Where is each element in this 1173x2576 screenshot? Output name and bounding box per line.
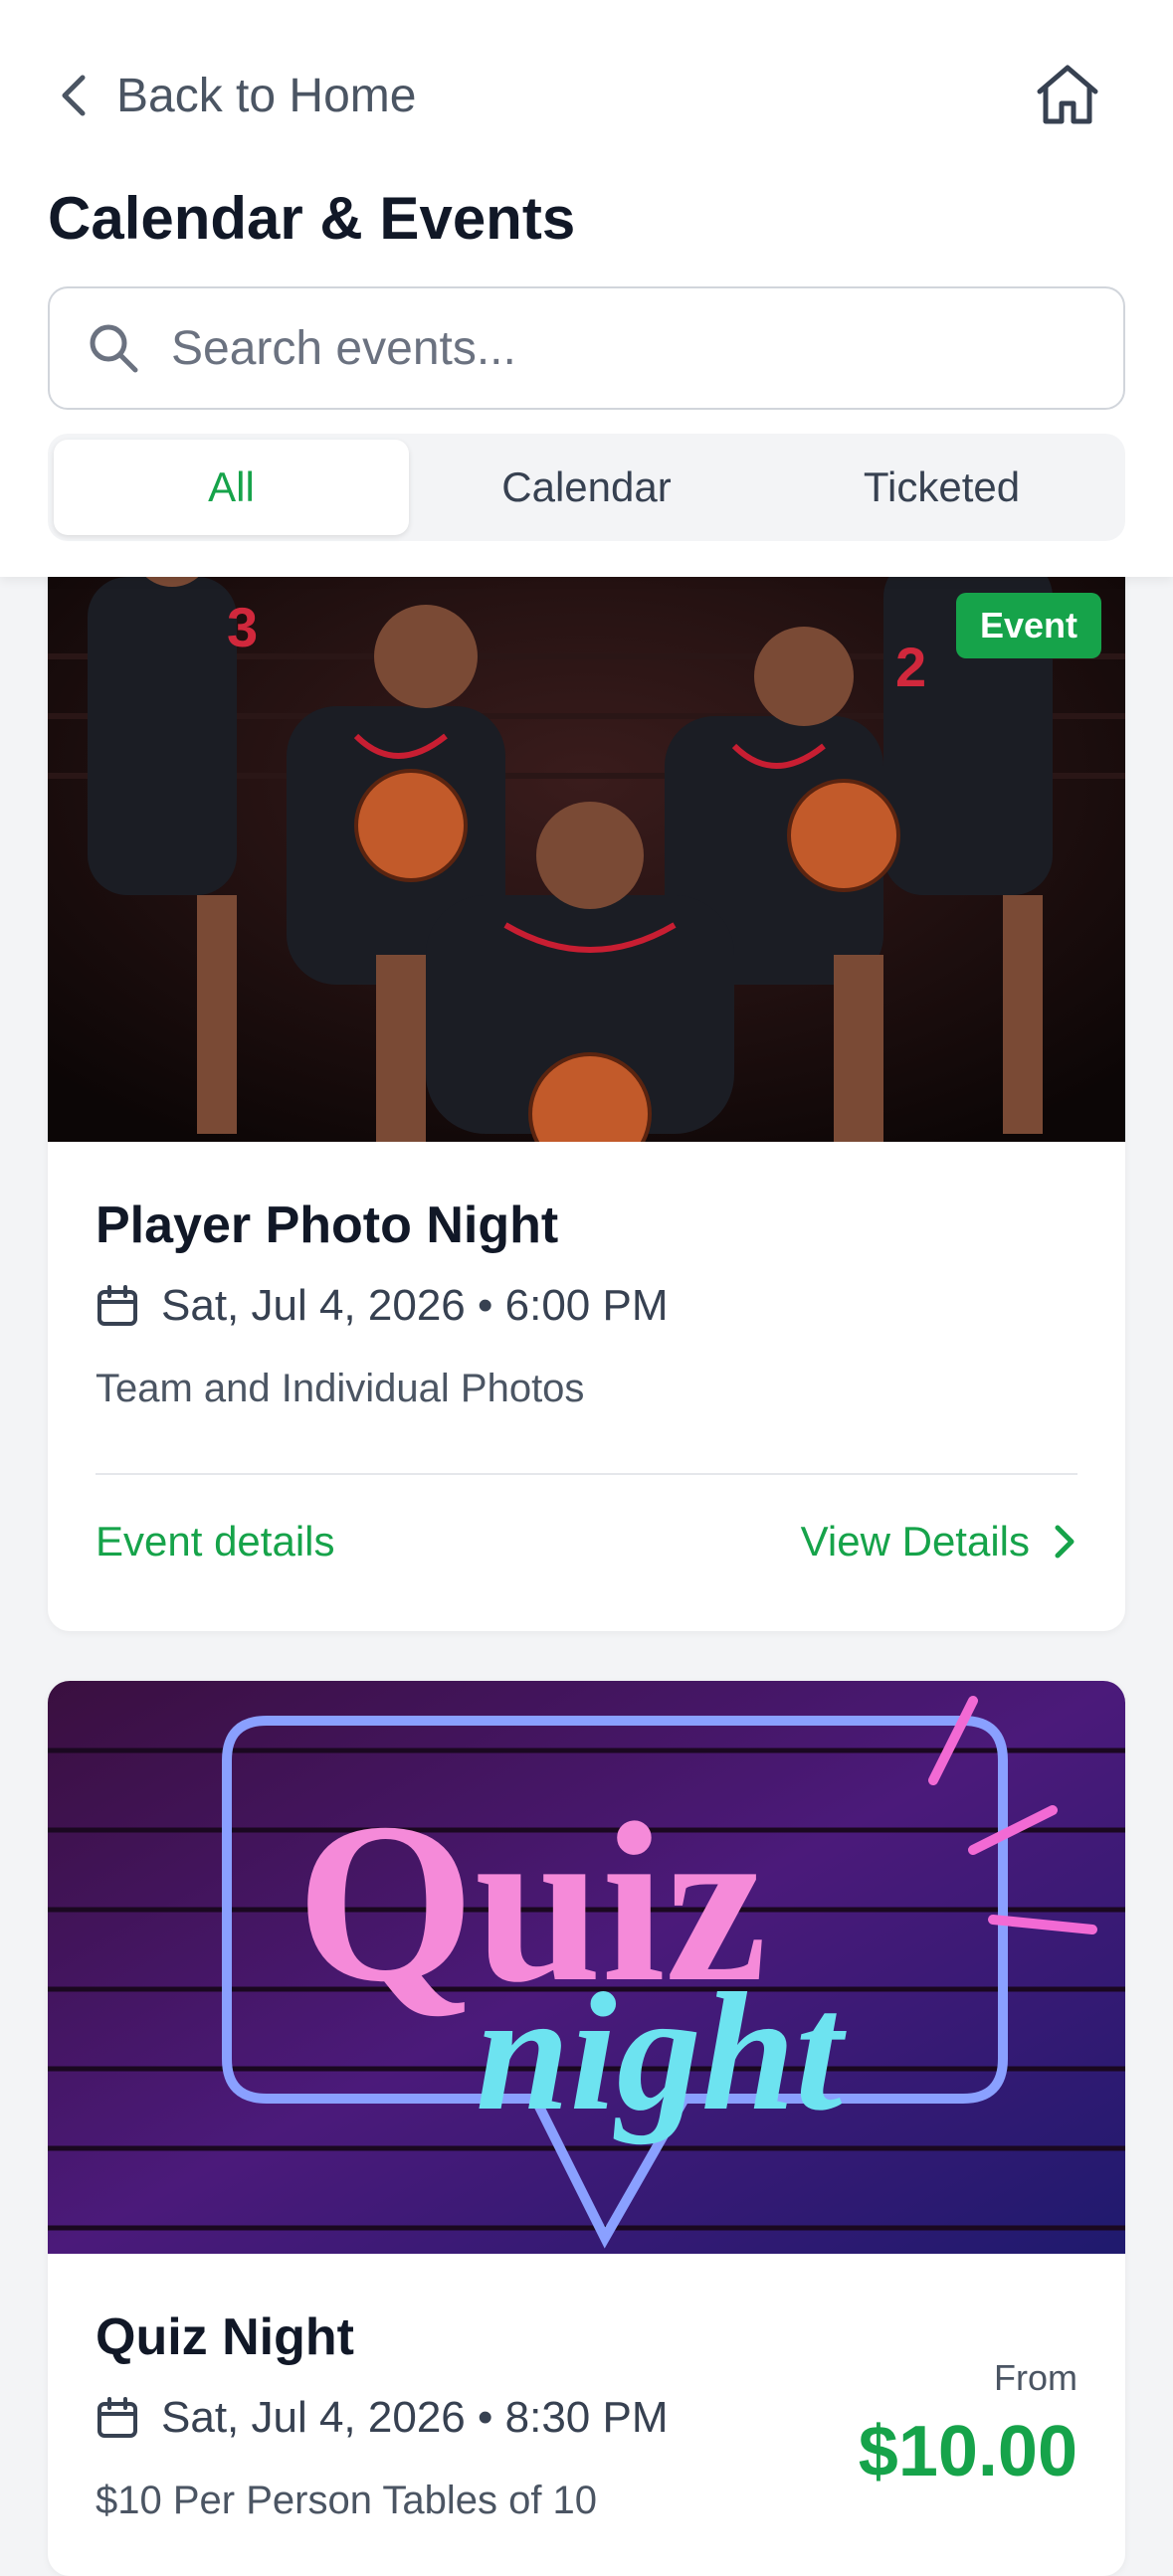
event-date: Sat, Jul 4, 2026 • 8:30 PM: [161, 2393, 669, 2442]
view-details-button[interactable]: View Details: [801, 1518, 1077, 1565]
card-body: Player Photo Night Sat, Jul 4, 2026 • 6:…: [48, 1196, 1125, 1608]
event-date: Sat, Jul 4, 2026 • 6:00 PM: [161, 1281, 669, 1330]
card-body: Quiz Night Sat, Jul 4, 2026 • 8:30 PM $1…: [48, 2307, 1125, 2523]
event-details-link[interactable]: Event details: [96, 1518, 334, 1565]
page-header: Back to Home Calendar & Events All Calen…: [0, 0, 1173, 577]
event-title: Player Photo Night: [96, 1196, 559, 1254]
event-date-row: Sat, Jul 4, 2026 • 6:00 PM: [96, 1281, 1077, 1331]
back-to-home-link[interactable]: Back to Home: [55, 60, 416, 131]
team-photo-image: 3 2 Event: [48, 537, 1125, 1142]
search-icon: [90, 324, 138, 373]
card-footer: Event details View Details: [96, 1475, 1077, 1608]
tab-calendar[interactable]: Calendar: [409, 440, 764, 535]
home-button[interactable]: [1032, 60, 1103, 131]
tab-ticketed[interactable]: Ticketed: [764, 440, 1119, 535]
calendar-icon: [98, 1285, 137, 1326]
page-title: Calendar & Events: [48, 185, 576, 252]
event-card-quiz-night[interactable]: Quiz night Quiz Night Sat, Jul 4, 2026 •…: [48, 1681, 1125, 2576]
chevron-left-icon: [62, 75, 86, 116]
price-box: From $10.00: [859, 2357, 1077, 2492]
back-label: Back to Home: [116, 69, 417, 122]
search-input[interactable]: [169, 319, 1069, 377]
chevron-right-icon: [1055, 1525, 1075, 1559]
price: $10.00: [858, 2412, 1077, 2491]
svg-text:3: 3: [227, 596, 258, 658]
night-neon-text: night: [476, 1958, 847, 2145]
tab-all[interactable]: All: [54, 440, 409, 535]
price-label: From: [994, 2357, 1077, 2398]
event-description: Team and Individual Photos: [96, 1367, 585, 1410]
svg-text:2: 2: [895, 636, 926, 698]
event-badge: Event: [955, 593, 1101, 658]
filter-tabs: All Calendar Ticketed: [48, 434, 1125, 541]
event-card-player-photo-night[interactable]: 3 2 Event Player Photo Night Sat, Jul 4,…: [48, 537, 1125, 1631]
search-box[interactable]: [48, 286, 1125, 410]
home-icon: [1037, 65, 1098, 124]
calendar-icon: [98, 2397, 137, 2438]
view-details-label: View Details: [800, 1518, 1030, 1564]
quiz-night-neon-image: Quiz night: [48, 1681, 1125, 2254]
